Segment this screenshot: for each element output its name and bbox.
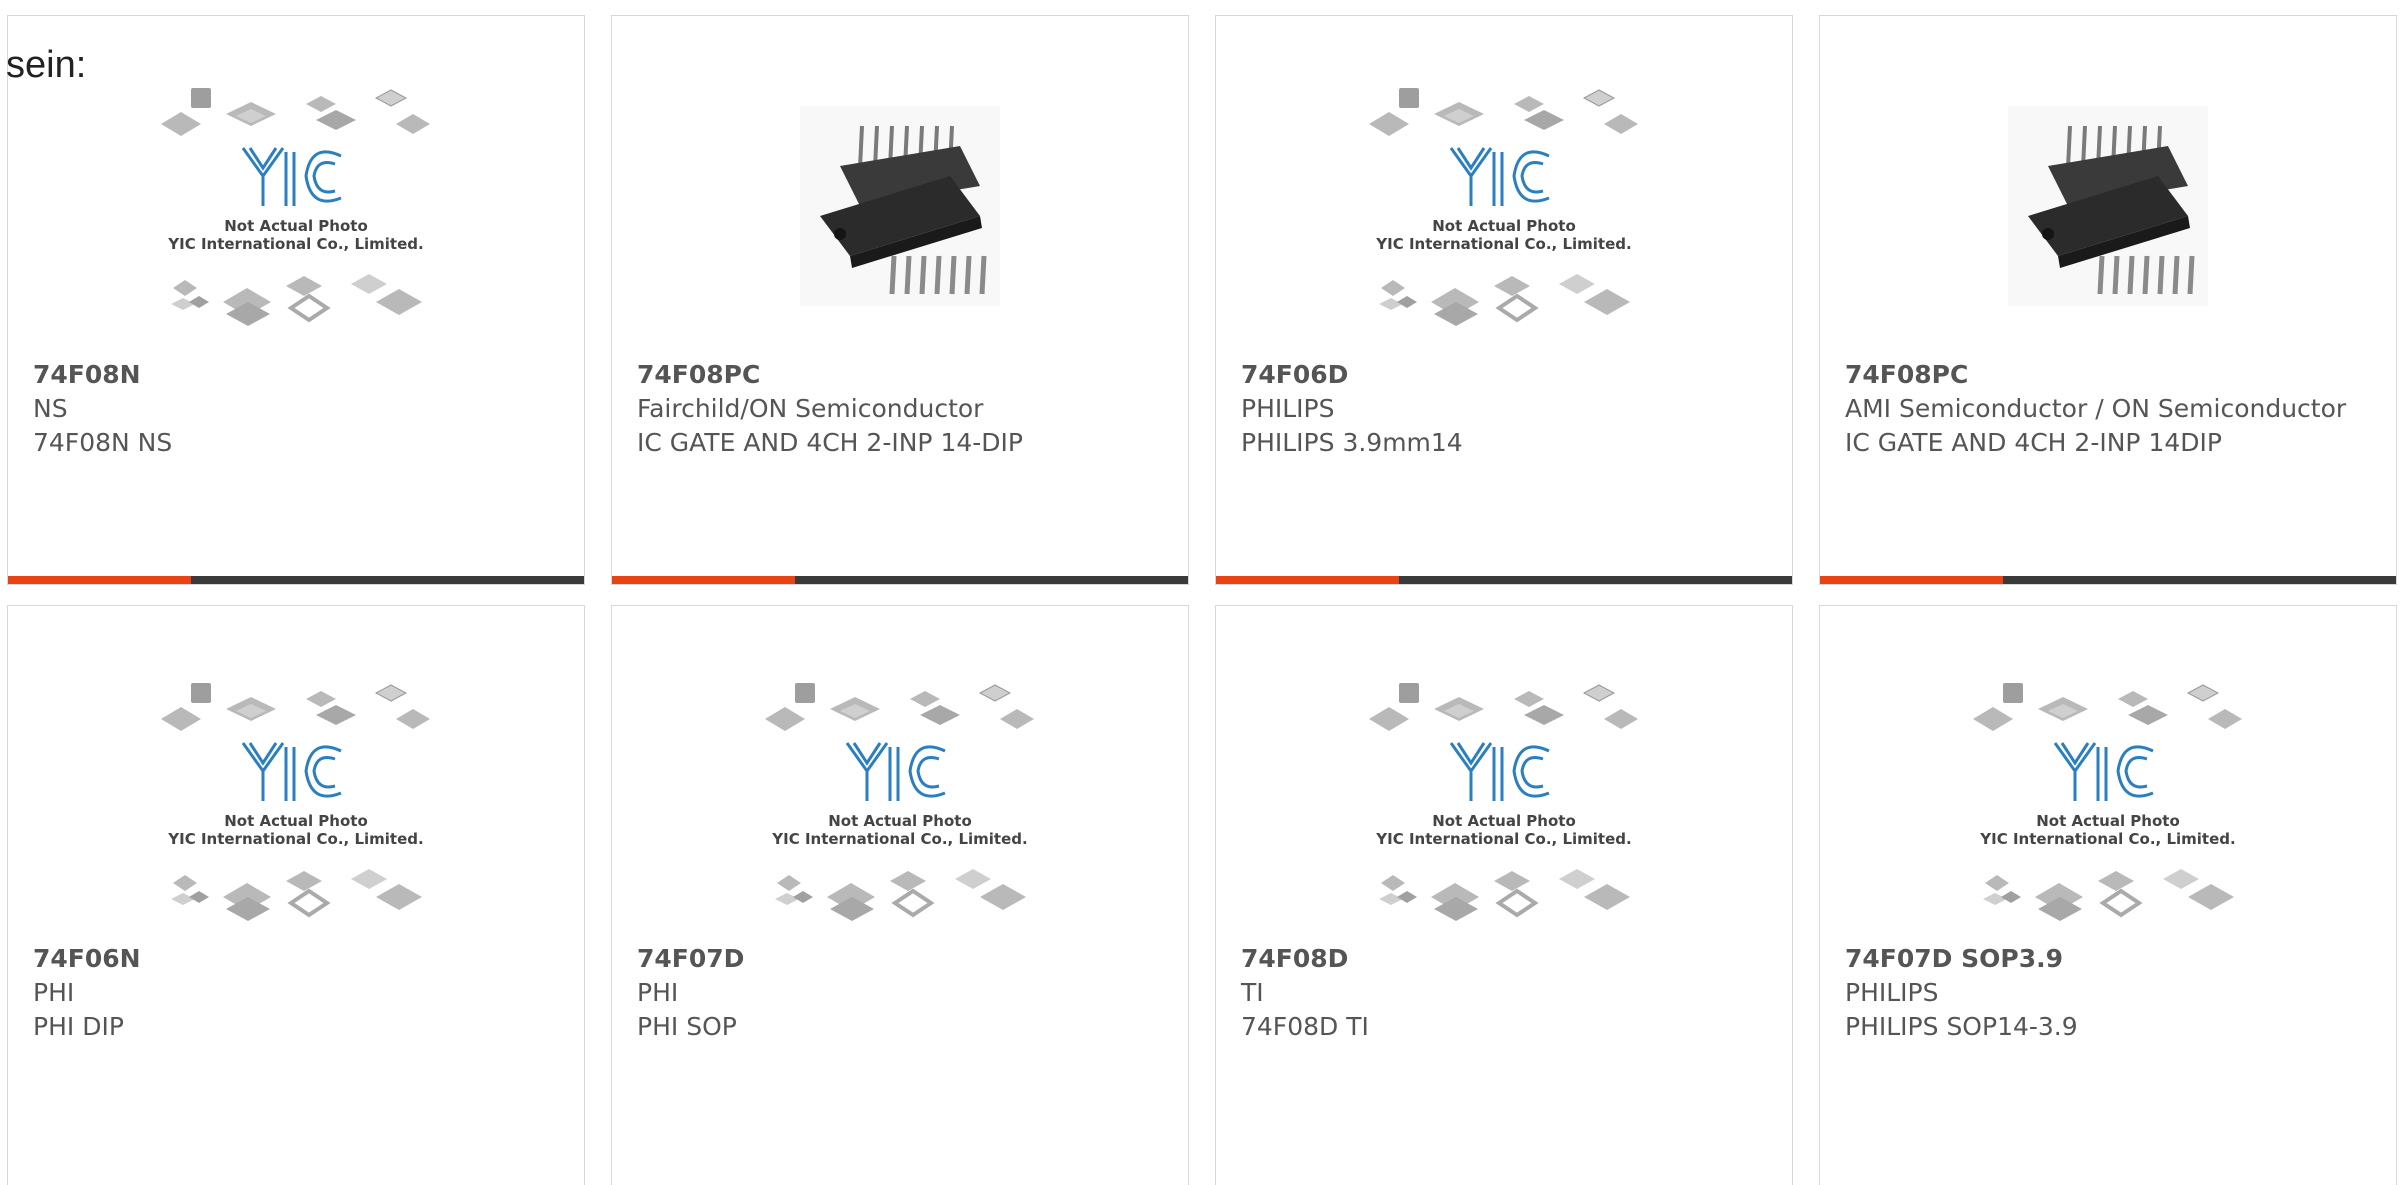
product-info: 74F06D PHILIPS PHILIPS 3.9mm14	[1241, 358, 1772, 460]
product-card[interactable]: Not Actual Photo YIC International Co., …	[1819, 605, 2397, 1185]
part-description: PHI DIP	[33, 1012, 124, 1041]
placeholder-caption: Not Actual Photo	[2036, 812, 2180, 830]
part-description: PHILIPS 3.9mm14	[1241, 428, 1463, 457]
product-info: 74F08D TI 74F08D TI	[1241, 942, 1772, 1044]
placeholder-caption: YIC International Co., Limited.	[1375, 235, 1631, 253]
part-description: IC GATE AND 4CH 2-INP 14-DIP	[637, 428, 1023, 457]
placeholder-caption: Not Actual Photo	[1432, 217, 1576, 235]
intro-text: sein:	[6, 44, 87, 86]
product-photo[interactable]: Not Actual Photo YIC International Co., …	[1216, 56, 1792, 356]
placeholder-caption: YIC International Co., Limited.	[1375, 830, 1631, 848]
product-info: 74F08N NS 74F08N NS	[33, 358, 564, 460]
placeholder-caption: Not Actual Photo	[224, 812, 368, 830]
manufacturer: Fairchild/ON Semiconductor	[637, 394, 984, 423]
part-description: PHILIPS SOP14-3.9	[1845, 1012, 2078, 1041]
card-bottom-bar	[1216, 576, 1792, 584]
part-number[interactable]: 74F06N	[33, 942, 564, 976]
part-number[interactable]: 74F07D	[637, 942, 1168, 976]
card-bottom-bar	[8, 576, 584, 584]
part-description: 74F08D TI	[1241, 1012, 1369, 1041]
placeholder-image: Not Actual Photo YIC International Co., …	[1973, 683, 2242, 921]
product-card[interactable]: 74F08PC Fairchild/ON Semiconductor IC GA…	[611, 15, 1189, 585]
product-info: 74F06N PHI PHI DIP	[33, 942, 564, 1044]
product-info: 74F08PC Fairchild/ON Semiconductor IC GA…	[637, 358, 1168, 460]
part-number[interactable]: 74F08D	[1241, 942, 1772, 976]
product-info: 74F07D SOP3.9 PHILIPS PHILIPS SOP14-3.9	[1845, 942, 2376, 1044]
manufacturer: PHI	[33, 978, 75, 1007]
placeholder-caption: YIC International Co., Limited.	[1979, 830, 2235, 848]
part-description: IC GATE AND 4CH 2-INP 14DIP	[1845, 428, 2222, 457]
part-number[interactable]: 74F08PC	[1845, 358, 2376, 392]
product-card[interactable]: 74F08PC AMI Semiconductor / ON Semicondu…	[1819, 15, 2397, 585]
product-info: 74F08PC AMI Semiconductor / ON Semicondu…	[1845, 358, 2376, 460]
product-card[interactable]: Not Actual Photo YIC International Co., …	[7, 15, 585, 585]
part-number[interactable]: 74F08PC	[637, 358, 1168, 392]
product-card[interactable]: Not Actual Photo YIC International Co., …	[7, 605, 585, 1185]
placeholder-image: Not Actual Photo YIC International Co., …	[1369, 88, 1638, 326]
product-info: 74F07D PHI PHI SOP	[637, 942, 1168, 1044]
placeholder-image: Not Actual Photo YIC International Co., …	[161, 88, 430, 326]
product-card[interactable]: Not Actual Photo YIC International Co., …	[1215, 605, 1793, 1185]
card-accent-bar	[8, 576, 191, 584]
manufacturer: PHILIPS	[1845, 978, 1939, 1007]
manufacturer: NS	[33, 394, 68, 423]
dip-chip-image	[2008, 106, 2208, 306]
product-card[interactable]: Not Actual Photo YIC International Co., …	[611, 605, 1189, 1185]
dip-chip-image	[800, 106, 1000, 306]
card-bottom-bar	[612, 576, 1188, 584]
part-number[interactable]: 74F06D	[1241, 358, 1772, 392]
placeholder-image: Not Actual Photo YIC International Co., …	[161, 683, 430, 921]
manufacturer: AMI Semiconductor / ON Semiconductor	[1845, 394, 2347, 423]
product-photo[interactable]: Not Actual Photo YIC International Co., …	[1820, 651, 2396, 951]
placeholder-caption: YIC International Co., Limited.	[167, 235, 423, 253]
product-photo[interactable]: Not Actual Photo YIC International Co., …	[1216, 651, 1792, 951]
placeholder-image: Not Actual Photo YIC International Co., …	[765, 683, 1034, 921]
card-accent-bar	[1216, 576, 1399, 584]
part-description: PHI SOP	[637, 1012, 737, 1041]
part-number[interactable]: 74F08N	[33, 358, 564, 392]
product-photo[interactable]	[612, 56, 1188, 356]
placeholder-image: Not Actual Photo YIC International Co., …	[1369, 683, 1638, 921]
product-card[interactable]: Not Actual Photo YIC International Co., …	[1215, 15, 1793, 585]
part-number[interactable]: 74F07D SOP3.9	[1845, 942, 2376, 976]
placeholder-caption: YIC International Co., Limited.	[167, 830, 423, 848]
manufacturer: PHILIPS	[1241, 394, 1335, 423]
placeholder-caption: Not Actual Photo	[1432, 812, 1576, 830]
card-accent-bar	[612, 576, 795, 584]
placeholder-caption: YIC International Co., Limited.	[771, 830, 1027, 848]
card-accent-bar	[1820, 576, 2003, 584]
manufacturer: TI	[1241, 978, 1264, 1007]
placeholder-caption: Not Actual Photo	[224, 217, 368, 235]
product-photo[interactable]: Not Actual Photo YIC International Co., …	[8, 651, 584, 951]
product-photo[interactable]	[1820, 56, 2396, 356]
placeholder-caption: Not Actual Photo	[828, 812, 972, 830]
card-bottom-bar	[1820, 576, 2396, 584]
product-photo[interactable]: Not Actual Photo YIC International Co., …	[612, 651, 1188, 951]
manufacturer: PHI	[637, 978, 679, 1007]
part-description: 74F08N NS	[33, 428, 173, 457]
product-photo[interactable]: Not Actual Photo YIC International Co., …	[8, 56, 584, 356]
